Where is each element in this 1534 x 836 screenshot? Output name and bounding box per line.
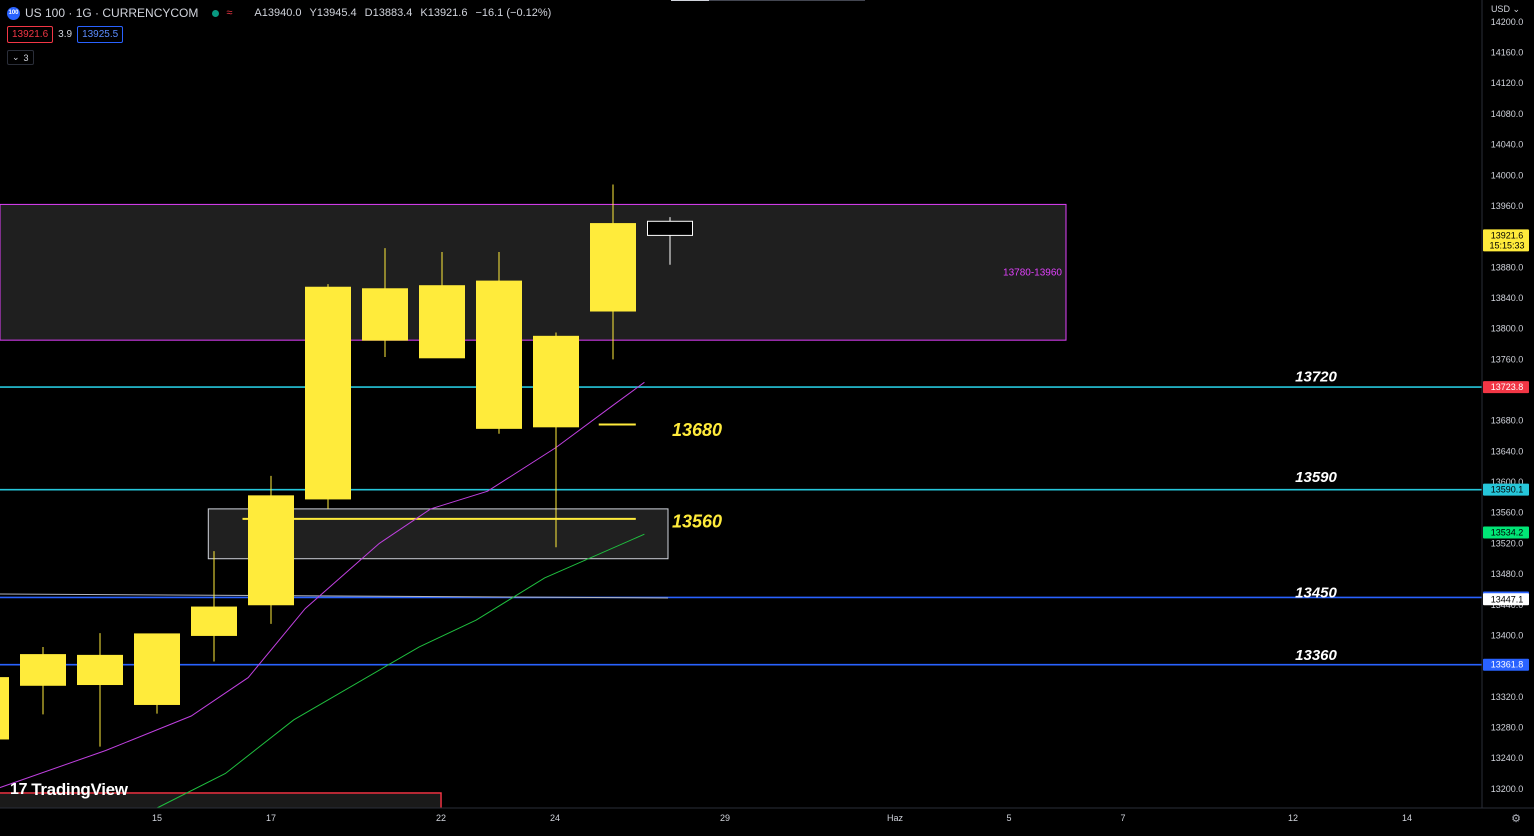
price-tick-label: 14160.0 (1491, 48, 1524, 58)
tradingview-logo[interactable]: 17 TradingView (10, 780, 128, 800)
price-tag-label: 13361.8 (1491, 660, 1524, 670)
ohlc-change: −16.1 (−0.12%) (475, 7, 552, 19)
price-tag-label: 13921.6 (1491, 230, 1524, 240)
candle-body[interactable] (191, 606, 237, 636)
price-tick-label: 13800.0 (1491, 324, 1524, 334)
price-tick-label: 14040.0 (1491, 140, 1524, 150)
price-tag-label: 13447.1 (1491, 594, 1524, 604)
candle-body[interactable] (305, 286, 351, 500)
buy-button[interactable]: 13925.5 (77, 26, 124, 43)
quote-panel: 13921.6 3.9 13925.5 (7, 26, 124, 43)
candle-body[interactable] (134, 633, 180, 705)
price-tick-label: 13840.0 (1491, 293, 1524, 303)
time-tick-label: 7 (1120, 813, 1125, 823)
candle-body[interactable] (590, 223, 636, 312)
level-label: 13360 (1295, 647, 1337, 664)
time-axis-bg (0, 808, 1534, 831)
countdown-label: 15:15:33 (1489, 240, 1524, 250)
candle-body[interactable] (533, 335, 579, 428)
candle-body[interactable] (77, 654, 123, 686)
time-tick-label: 22 (436, 813, 446, 823)
candle-body[interactable] (362, 288, 408, 341)
candle-body[interactable] (248, 495, 294, 606)
sell-button[interactable]: 13921.6 (7, 26, 54, 43)
zone-label: 13780-13960 (1003, 267, 1062, 278)
price-tick-label: 14080.0 (1491, 109, 1524, 119)
price-tag-label: 13723.8 (1491, 382, 1524, 392)
price-tick-label: 13240.0 (1491, 753, 1524, 763)
price-tick-label: 13680.0 (1491, 416, 1524, 426)
price-tick-label: 14000.0 (1491, 170, 1524, 180)
price-tick-label: 13960.0 (1491, 201, 1524, 211)
data-problem-icon[interactable]: ≈ (226, 7, 232, 19)
price-tick-label: 13560.0 (1491, 508, 1524, 518)
time-tick-label: 12 (1288, 813, 1298, 823)
price-tag-label: 13590.1 (1491, 485, 1524, 495)
ohlc-open: A13940.0 (254, 7, 302, 19)
time-tick-label: 5 (1006, 813, 1011, 823)
spread-value: 3.9 (58, 29, 73, 40)
candle-body[interactable] (476, 280, 522, 429)
level-label: 13590 (1295, 469, 1337, 486)
price-tick-label: 13320.0 (1491, 692, 1524, 702)
ohlc-high: Y13945.4 (309, 7, 357, 19)
ohlc-low: D13883.4 (364, 7, 413, 19)
ma-green-line (156, 533, 645, 809)
chart-header: 100 US 100 · 1G · CURRENCYCOM ≈ A13940.0… (0, 0, 551, 26)
currency-selector[interactable]: USD ⌄ (1491, 4, 1520, 15)
ohlc-values: A13940.0 Y13945.4 D13883.4 K13921.6 −16.… (254, 7, 551, 19)
price-tick-label: 13200.0 (1491, 784, 1524, 794)
ohlc-close: K13921.6 (420, 7, 468, 19)
candle-body[interactable] (20, 654, 66, 686)
price-tag-label: 13534.2 (1491, 528, 1524, 538)
level-label: 13450 (1295, 585, 1337, 602)
level-label-yellow: 13680 (672, 420, 722, 440)
time-tick-label: 29 (720, 813, 730, 823)
price-tick-label: 14120.0 (1491, 78, 1524, 88)
time-tick-label: Haz (887, 813, 904, 823)
chart-area[interactable]: 13780-13960 13720 13590 13450 13360 13680 1356… (0, 0, 1534, 831)
time-tick-label: 15 (152, 813, 162, 823)
symbol-title[interactable]: US 100 · 1G · CURRENCYCOM (25, 6, 198, 20)
chevron-down-icon: ⌄ (12, 52, 20, 62)
indicator-count: 3 (23, 52, 29, 63)
candle-body[interactable] (0, 677, 9, 740)
level-label-yellow: 13560 (672, 511, 722, 531)
price-tick-label: 13760.0 (1491, 354, 1524, 364)
candle-body[interactable] (419, 285, 465, 359)
price-tick-label: 14200.0 (1491, 17, 1524, 27)
price-tick-label: 13400.0 (1491, 630, 1524, 640)
time-tick-label: 24 (550, 813, 560, 823)
time-tick-label: 14 (1402, 813, 1412, 823)
settings-gear-icon[interactable]: ⚙ (1511, 812, 1521, 825)
price-tick-label: 13280.0 (1491, 722, 1524, 732)
supply-zone[interactable] (0, 203, 1067, 341)
price-tick-label: 13640.0 (1491, 446, 1524, 456)
candle-body[interactable] (647, 220, 693, 236)
market-status-icon[interactable] (212, 9, 220, 17)
price-tick-label: 13880.0 (1491, 262, 1524, 272)
symbol-logo-icon: 100 (7, 6, 20, 20)
time-tick-label: 17 (266, 813, 276, 823)
tradingview-mark-icon: 17 (10, 781, 28, 798)
level-label: 13720 (1295, 368, 1337, 385)
price-tick-label: 13480.0 (1491, 569, 1524, 579)
price-tick-label: 13520.0 (1491, 538, 1524, 548)
indicators-toggle-button[interactable]: ⌄ 3 (7, 50, 34, 65)
price-chart[interactable]: 13780-13960 13720 13590 13450 13360 13680 1356… (0, 0, 1534, 831)
